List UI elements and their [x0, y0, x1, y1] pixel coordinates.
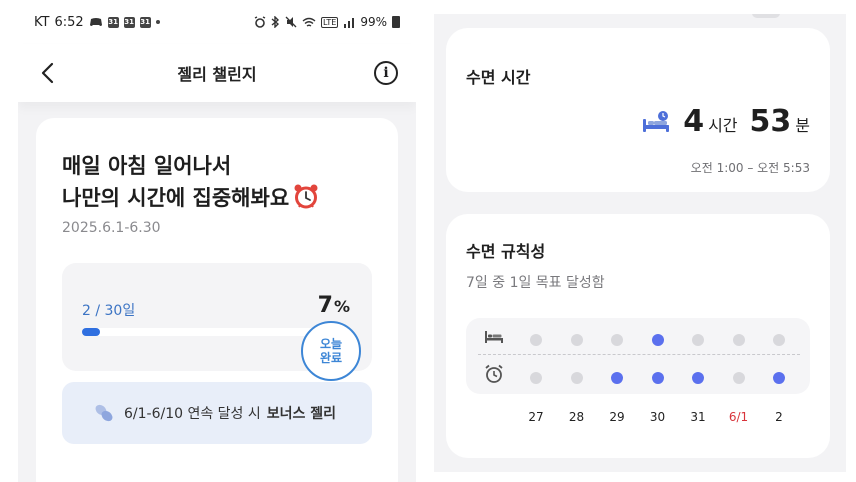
- progress-count: 2 / 30일: [82, 303, 136, 319]
- jelly-icon: [95, 404, 113, 422]
- challenge-headline: 매일 아침 일어나서 나만의 시간에 집중해봐요: [62, 150, 319, 214]
- bonus-reward: 보너스 젤리: [266, 406, 337, 422]
- bonus-condition: 6/1-6/10 연속 달성 시: [124, 406, 261, 422]
- waketime-dot: [773, 372, 785, 384]
- bedtime-dot: [651, 334, 664, 346]
- today-complete-badge: 오늘 완료: [301, 321, 361, 381]
- battery-icon: [392, 16, 400, 28]
- sleep-regularity-summary: 7일 중 1일 목표 달성함: [466, 275, 605, 291]
- back-button[interactable]: [32, 58, 62, 88]
- info-icon: i: [383, 65, 389, 81]
- bonus-banner[interactable]: 6/1-6/10 연속 달성 시 보너스 젤리: [62, 382, 372, 444]
- sleep-minutes: 53: [749, 104, 792, 139]
- challenge-date-range: 2025.6.1-6.30: [62, 220, 161, 236]
- more-notifications-icon: [155, 20, 160, 24]
- waketime-dot: [732, 372, 745, 384]
- bedtime-dot: [611, 334, 623, 346]
- regularity-grid: [466, 318, 810, 394]
- sleep-hours: 4: [683, 104, 705, 139]
- progress-panel: 2 / 30일 7% 오늘 완료: [62, 263, 372, 381]
- alarm-status-icon: [254, 16, 266, 28]
- info-button[interactable]: i: [374, 61, 398, 85]
- bedtime-dot: [692, 334, 704, 346]
- calendar-icon: 31: [139, 16, 151, 28]
- sleep-hours-unit: 시간: [708, 116, 738, 135]
- status-right: LTE 99%: [254, 15, 400, 29]
- signal-icon: [344, 17, 355, 28]
- sleep-time-card[interactable]: 수면 시간 4 시간 53 분 오전 1:00 – 오전 5:53: [446, 28, 830, 192]
- bedtime-dot: [773, 334, 785, 346]
- sleep-time-range: 오전 1:00 – 오전 5:53: [690, 161, 810, 175]
- wifi-icon: [302, 17, 316, 27]
- day-label: 6/1: [728, 410, 749, 424]
- waketime-dot: [651, 372, 664, 384]
- waketime-dot: [530, 372, 542, 384]
- sheet-handle[interactable]: [752, 14, 780, 18]
- status-left: KT 6:52 31 31 31: [34, 15, 160, 30]
- today-badge-line1: 오늘: [319, 337, 343, 351]
- bedtime-dot: [570, 334, 583, 346]
- grid-divider: [478, 354, 800, 355]
- headline-line-2-text: 나만의 시간에 집중해봐요: [62, 186, 290, 210]
- sleep-duration: 4 시간 53 분: [641, 104, 810, 139]
- day-label: 27: [528, 410, 544, 424]
- challenge-screen: KT 6:52 31 31 31 LTE 99% 젤리 챌린지 i 매일 아침 …: [18, 0, 416, 482]
- alarm-clock-icon: [294, 184, 318, 209]
- battery-label: 99%: [360, 15, 387, 29]
- challenge-card: 매일 아침 일어나서 나만의 시간에 집중해봐요 2025.6.1-6.30 2…: [36, 118, 398, 482]
- screen: KT 6:52 31 31 31 LTE 99% 젤리 챌린지 i 매일 아침 …: [0, 0, 856, 482]
- status-bar: KT 6:52 31 31 31 LTE 99%: [18, 0, 416, 44]
- bedtime-dot: [732, 334, 745, 346]
- sleep-regularity-title: 수면 규칙성: [466, 242, 546, 261]
- sleep-minutes-unit: 분: [795, 116, 810, 135]
- carrier-label: KT: [34, 14, 50, 30]
- progress-bar-fill: [82, 328, 100, 336]
- day-label: 31: [690, 410, 706, 424]
- progress-percent-value: 7: [317, 293, 333, 318]
- page-title: 젤리 챌린지: [177, 65, 257, 84]
- calendar-icon: 31: [107, 16, 119, 28]
- bedtime-dot: [530, 334, 542, 346]
- waketime-dot: [692, 372, 704, 384]
- day-label: 2: [775, 410, 783, 424]
- day-label: 30: [649, 410, 666, 424]
- waketime-dot: [611, 372, 623, 384]
- sleep-screen: 수면 시간 4 시간 53 분 오전 1:00 – 오전 5:53 수면 규칙성…: [434, 14, 846, 472]
- network-type-label: LTE: [321, 16, 339, 28]
- alarm-icon: [485, 364, 503, 383]
- bluetooth-icon: [271, 16, 280, 28]
- game-controller-icon: [89, 18, 102, 26]
- progress-percent: 7%: [318, 293, 350, 318]
- clock-label: 6:52: [54, 14, 84, 30]
- sleep-regularity-card[interactable]: 수면 규칙성 7일 중 1일 목표 달성함 27 28 29 30 31 6/1 2: [446, 214, 830, 458]
- headline-line-2: 나만의 시간에 집중해봐요: [62, 182, 319, 214]
- sleep-time-title: 수면 시간: [466, 68, 531, 87]
- app-bar: 젤리 챌린지 i: [18, 44, 416, 102]
- day-label: 29: [609, 410, 625, 424]
- mute-icon: [285, 16, 297, 28]
- sleeping-bed-icon: [643, 110, 670, 132]
- headline-line-1: 매일 아침 일어나서: [62, 154, 232, 178]
- bed-icon: [485, 331, 503, 343]
- waketime-dot: [570, 372, 583, 384]
- today-badge-line2: 완료: [319, 351, 343, 365]
- day-label: 28: [568, 410, 585, 424]
- progress-percent-symbol: %: [333, 297, 350, 316]
- calendar-icon: 31: [123, 16, 135, 28]
- chevron-left-icon: [41, 62, 54, 84]
